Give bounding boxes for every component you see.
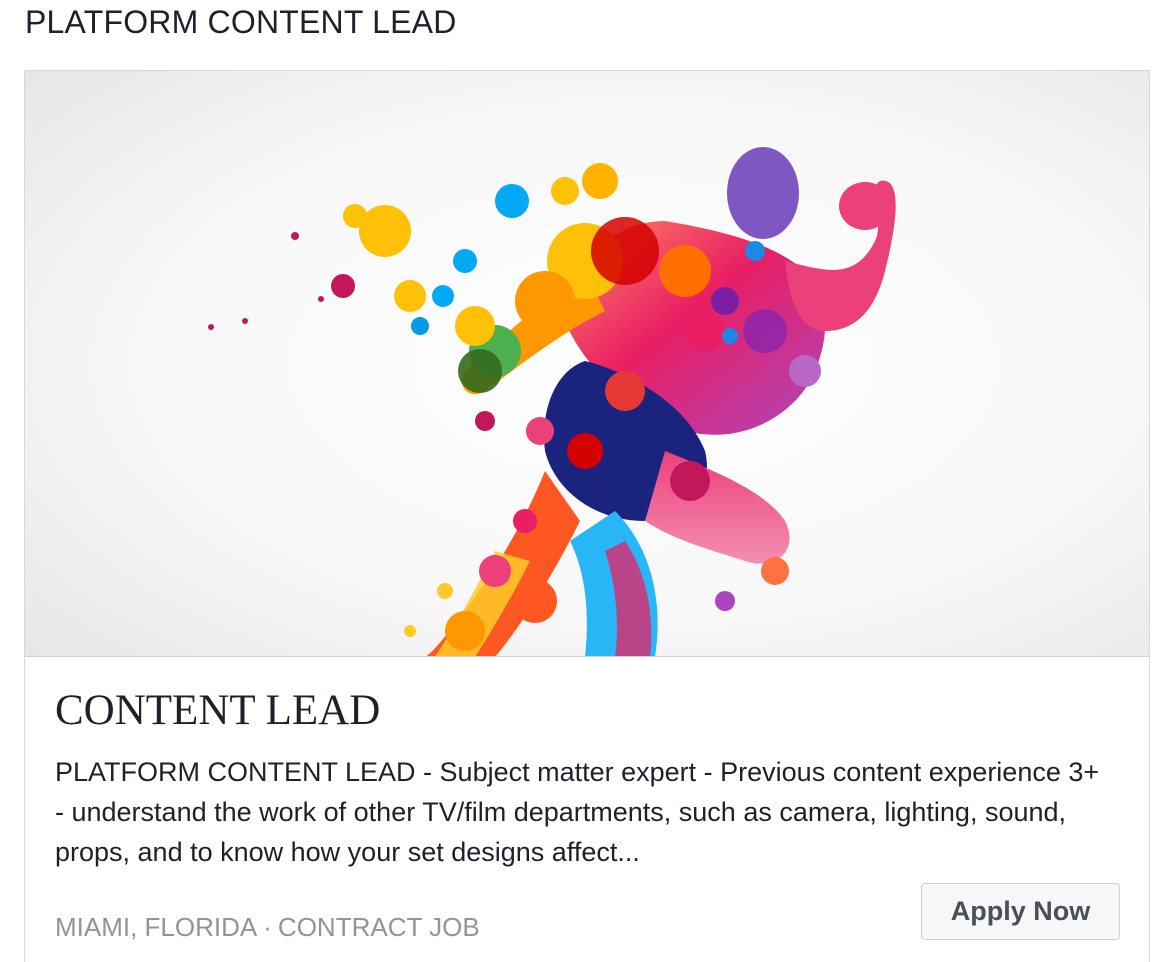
apply-now-button[interactable]: Apply Now — [921, 883, 1120, 940]
job-title[interactable]: CONTENT LEAD — [55, 684, 380, 738]
running-figure-illustration — [25, 71, 1149, 656]
job-type: CONTRACT JOB — [277, 912, 480, 942]
job-cover-image[interactable] — [25, 71, 1149, 657]
job-card[interactable]: CONTENT LEAD PLATFORM CONTENT LEAD - Sub… — [24, 70, 1150, 962]
meta-separator: · — [263, 912, 272, 942]
job-location: MIAMI, FLORIDA — [55, 912, 258, 942]
job-description: PLATFORM CONTENT LEAD - Subject matter e… — [55, 757, 1100, 867]
job-meta: MIAMI, FLORIDA · CONTRACT JOB — [55, 910, 480, 944]
page-title: PLATFORM CONTENT LEAD — [25, 4, 457, 40]
